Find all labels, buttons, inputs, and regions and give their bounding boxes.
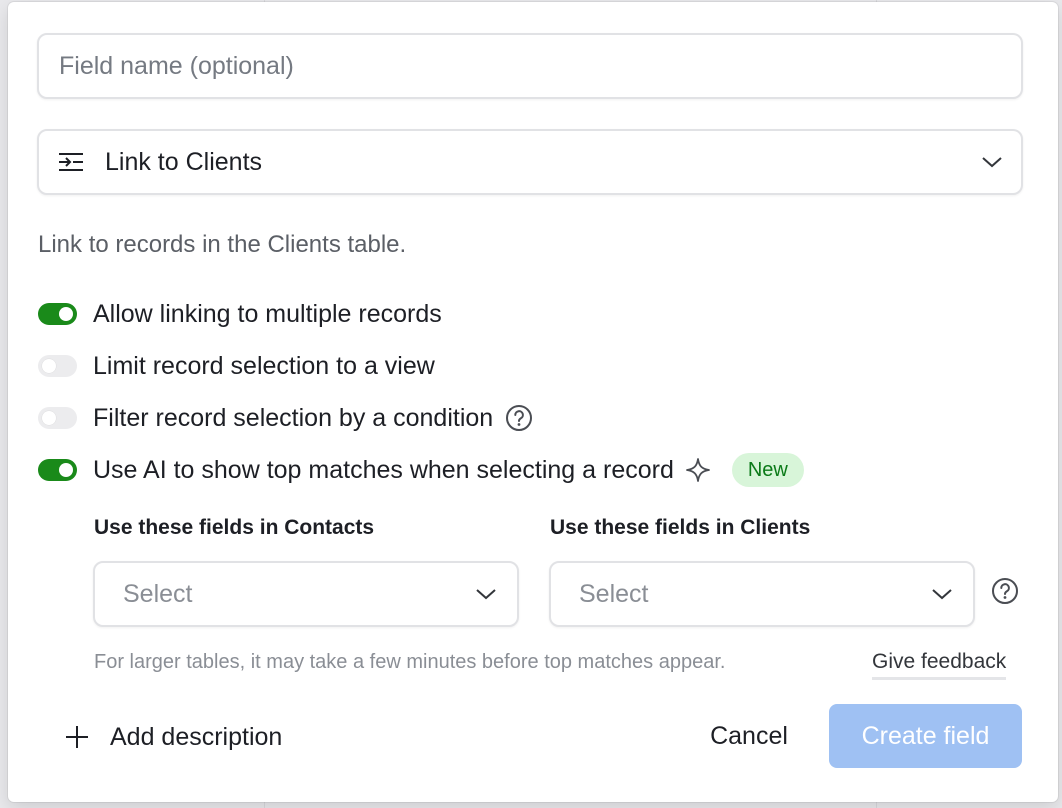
- option-filter-by-condition: Filter record selection by a condition: [38, 400, 533, 436]
- contacts-fields-select[interactable]: Select: [93, 561, 519, 627]
- allow-multiple-toggle[interactable]: [38, 303, 77, 325]
- select-placeholder: Select: [123, 579, 193, 608]
- limit-to-view-toggle[interactable]: [38, 355, 77, 377]
- add-description-button[interactable]: Add description: [64, 718, 282, 756]
- option-ai-top-matches: Use AI to show top matches when selectin…: [38, 452, 804, 488]
- create-field-button[interactable]: Create field: [829, 704, 1022, 768]
- contacts-fields-label: Use these fields in Contacts: [94, 516, 375, 539]
- ai-matching-hint: For larger tables, it may take a few min…: [94, 651, 726, 673]
- filter-by-condition-toggle[interactable]: [38, 407, 77, 429]
- select-placeholder: Select: [579, 579, 649, 608]
- chevron-down-icon: [981, 155, 1003, 169]
- help-icon[interactable]: [991, 577, 1019, 605]
- field-type-description: Link to records in the Clients table.: [38, 231, 407, 258]
- option-label: Filter record selection by a condition: [93, 403, 494, 432]
- option-allow-multiple: Allow linking to multiple records: [38, 296, 442, 332]
- option-label: Use AI to show top matches when selectin…: [93, 455, 674, 484]
- ai-top-matches-toggle[interactable]: [38, 459, 77, 481]
- add-description-label: Add description: [110, 722, 283, 751]
- sparkle-icon: [684, 456, 712, 484]
- chevron-down-icon: [475, 587, 497, 601]
- chevron-down-icon: [931, 587, 953, 601]
- new-badge: New: [731, 453, 804, 487]
- plus-icon: [64, 724, 90, 750]
- field-type-label: Link to Clients: [105, 147, 263, 176]
- cancel-button[interactable]: Cancel: [694, 704, 804, 768]
- field-name-input[interactable]: [37, 33, 1023, 99]
- field-type-select[interactable]: Link to Clients: [37, 129, 1023, 195]
- help-icon[interactable]: [505, 404, 533, 432]
- clients-fields-label: Use these fields in Clients: [550, 516, 811, 539]
- option-limit-to-view: Limit record selection to a view: [38, 348, 435, 384]
- option-label: Limit record selection to a view: [93, 351, 435, 380]
- link-field-icon: [57, 151, 85, 173]
- create-field-dialog: Link to Clients Link to records in the C…: [8, 2, 1058, 802]
- give-feedback-link[interactable]: Give feedback: [872, 650, 1007, 680]
- clients-fields-select[interactable]: Select: [549, 561, 975, 627]
- option-label: Allow linking to multiple records: [93, 299, 442, 328]
